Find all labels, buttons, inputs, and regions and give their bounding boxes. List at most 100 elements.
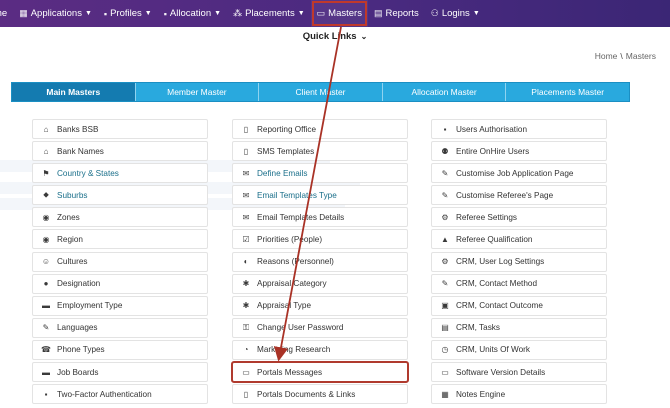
search-icon: ◔ xyxy=(243,345,249,355)
master-link-employment-type[interactable]: ▬ Employment Type xyxy=(32,295,208,316)
master-link-reporting-office[interactable]: ▯ Reporting Office xyxy=(232,119,408,139)
masters-icon: ▭ xyxy=(316,8,326,18)
nav-home[interactable]: me xyxy=(0,0,13,27)
master-link-referee-qualification[interactable]: ▲ Referee Qualification xyxy=(431,229,607,250)
pencil-icon: ✎ xyxy=(441,279,449,289)
chevron-down-icon: ▼ xyxy=(472,10,480,17)
list-icon: ▦ xyxy=(441,389,449,399)
master-link-label: Priorities (People) xyxy=(257,234,323,244)
master-link-customise-job-application-page[interactable]: ✎ Customise Job Application Page xyxy=(431,163,607,184)
briefcase-icon: ▬ xyxy=(42,367,50,377)
master-link-referee-settings[interactable]: ⚙ Referee Settings xyxy=(431,207,607,228)
master-link-label: CRM, Units Of Work xyxy=(456,345,530,355)
master-link-region[interactable]: ◉ Region xyxy=(32,229,208,250)
envelope-icon: ✉ xyxy=(242,212,250,222)
master-link-marketing-research[interactable]: ◔ Marketing Research xyxy=(232,339,408,360)
map-marker-icon: ⬥ xyxy=(43,190,49,200)
master-link-customise-referee-s-page[interactable]: ✎ Customise Referee's Page xyxy=(431,185,607,206)
breadcrumb: Home \ Masters xyxy=(595,51,656,61)
master-link-sms-templates[interactable]: ▯ SMS Templates xyxy=(232,141,408,162)
master-link-notes-engine[interactable]: ▦ Notes Engine xyxy=(431,384,607,405)
nav-allocation[interactable]: ▪ Allocation ▼ xyxy=(158,0,227,27)
nav-label: me xyxy=(0,8,8,19)
master-link-bank-names[interactable]: ⌂ Bank Names xyxy=(32,141,208,162)
master-link-phone-types[interactable]: ☎ Phone Types xyxy=(32,339,208,360)
tab-placements-master[interactable]: Placements Master xyxy=(506,83,629,101)
nav-logins[interactable]: ⚇ Logins ▼ xyxy=(425,0,486,27)
master-link-entire-onhire-users[interactable]: ⚉ Entire OnHire Users xyxy=(431,141,607,162)
master-link-label: Country & States xyxy=(57,168,119,178)
master-link-label: Cultures xyxy=(57,257,88,267)
nav-label: Profiles xyxy=(110,8,142,19)
master-link-country-states[interactable]: ⚑ Country & States xyxy=(32,163,208,184)
profiles-icon: ▪ xyxy=(103,8,108,19)
globe-icon: ◉ xyxy=(42,234,50,244)
master-link-label: Notes Engine xyxy=(456,389,506,399)
master-link-label: Reasons (Personnel) xyxy=(257,257,334,267)
master-link-job-boards[interactable]: ▬ Job Boards xyxy=(32,362,208,383)
master-link-priorities-people[interactable]: ☑ Priorities (People) xyxy=(232,229,408,250)
master-link-languages[interactable]: ✎ Languages xyxy=(32,317,208,338)
master-link-label: Define Emails xyxy=(257,168,308,178)
nav-profiles[interactable]: ▪ Profiles ▼ xyxy=(98,0,158,27)
master-link-appraisal-type[interactable]: ✱ Appraisal Type xyxy=(232,295,408,316)
gear-icon: ⚙ xyxy=(441,257,449,267)
chevron-down-icon: ▼ xyxy=(84,10,92,17)
master-link-software-version-details[interactable]: ▭ Software Version Details xyxy=(431,362,607,383)
master-link-portals-documents-links[interactable]: ▯ Portals Documents & Links xyxy=(232,384,408,405)
flag-icon: ⚑ xyxy=(42,168,50,178)
master-link-banks-bsb[interactable]: ⌂ Banks BSB xyxy=(32,119,208,139)
master-link-two-factor-authentication[interactable]: ▪ Two-Factor Authentication xyxy=(32,384,208,405)
master-link-portals-messages[interactable]: ▭ Portals Messages xyxy=(231,361,409,384)
tab-main-masters[interactable]: Main Masters xyxy=(12,83,136,101)
user-icon: ● xyxy=(43,279,49,289)
master-link-crm-units-of-work[interactable]: ◷ CRM, Units Of Work xyxy=(431,339,607,360)
master-link-zones[interactable]: ◉ Zones xyxy=(32,207,208,228)
master-link-define-emails[interactable]: ✉ Define Emails xyxy=(232,163,408,184)
master-link-suburbs[interactable]: ⬥ Suburbs xyxy=(32,185,208,206)
master-link-label: Suburbs xyxy=(57,190,88,200)
tab-client-master[interactable]: Client Master xyxy=(259,83,383,101)
master-link-change-user-password[interactable]: ⚿ Change User Password xyxy=(232,317,408,338)
nav-applications[interactable]: ▦ Applications ▼ xyxy=(13,0,98,27)
master-link-crm-tasks[interactable]: ▤ CRM, Tasks xyxy=(431,317,607,338)
monitor-icon: ▭ xyxy=(441,367,449,377)
master-link-cultures[interactable]: ☺ Cultures xyxy=(32,251,208,272)
master-link-label: CRM, Contact Method xyxy=(456,279,537,289)
monitor-icon: ▭ xyxy=(242,367,250,377)
master-link-label: Banks BSB xyxy=(57,124,99,134)
clock-icon: ◷ xyxy=(441,345,449,355)
master-link-label: Two-Factor Authentication xyxy=(57,389,152,399)
master-link-label: Appraisal Type xyxy=(257,301,312,311)
nav-label: Allocation xyxy=(169,8,212,19)
master-link-reasons-personnel[interactable]: ◐ Reasons (Personnel) xyxy=(232,251,408,272)
nav-placements[interactable]: ⁂ Placements ▼ xyxy=(227,0,311,27)
master-link-label: CRM, Contact Outcome xyxy=(456,301,543,311)
nav-masters[interactable]: ▭ Masters xyxy=(310,0,368,27)
document-icon: ▯ xyxy=(243,389,249,399)
master-link-label: CRM, User Log Settings xyxy=(456,257,545,267)
master-link-designation[interactable]: ● Designation xyxy=(32,273,208,294)
quick-links-toggle[interactable]: Quick Links ⌄ xyxy=(0,31,670,42)
tab-allocation-master[interactable]: Allocation Master xyxy=(383,83,507,101)
logins-icon: ⚇ xyxy=(430,8,439,18)
envelope-icon: ✉ xyxy=(242,190,250,200)
master-link-crm-contact-method[interactable]: ✎ CRM, Contact Method xyxy=(431,273,607,294)
master-link-email-templates-details[interactable]: ✉ Email Templates Details xyxy=(232,207,408,228)
applications-icon: ▦ xyxy=(19,8,28,18)
bank-icon: ⌂ xyxy=(43,124,49,134)
envelope-icon: ✉ xyxy=(242,168,250,178)
master-link-crm-user-log-settings[interactable]: ⚙ CRM, User Log Settings xyxy=(431,251,607,272)
tab-member-master[interactable]: Member Master xyxy=(136,83,260,101)
master-link-users-authorisation[interactable]: ▪ Users Authorisation xyxy=(431,119,607,139)
nav-label: Placements xyxy=(245,8,295,19)
users-icon: ⚉ xyxy=(441,146,449,156)
language-icon: ✎ xyxy=(42,323,50,333)
master-link-crm-contact-outcome[interactable]: ▣ CRM, Contact Outcome xyxy=(431,295,607,316)
nav-reports[interactable]: ▤ Reports xyxy=(368,0,425,27)
master-link-appraisal-category[interactable]: ✱ Appraisal Category xyxy=(232,273,408,294)
lock-icon: ▪ xyxy=(443,124,447,134)
master-link-email-templates-type[interactable]: ✉ Email Templates Type xyxy=(232,185,408,206)
breadcrumb-home-link[interactable]: Home xyxy=(595,51,618,61)
lock-icon: ▪ xyxy=(44,389,48,399)
